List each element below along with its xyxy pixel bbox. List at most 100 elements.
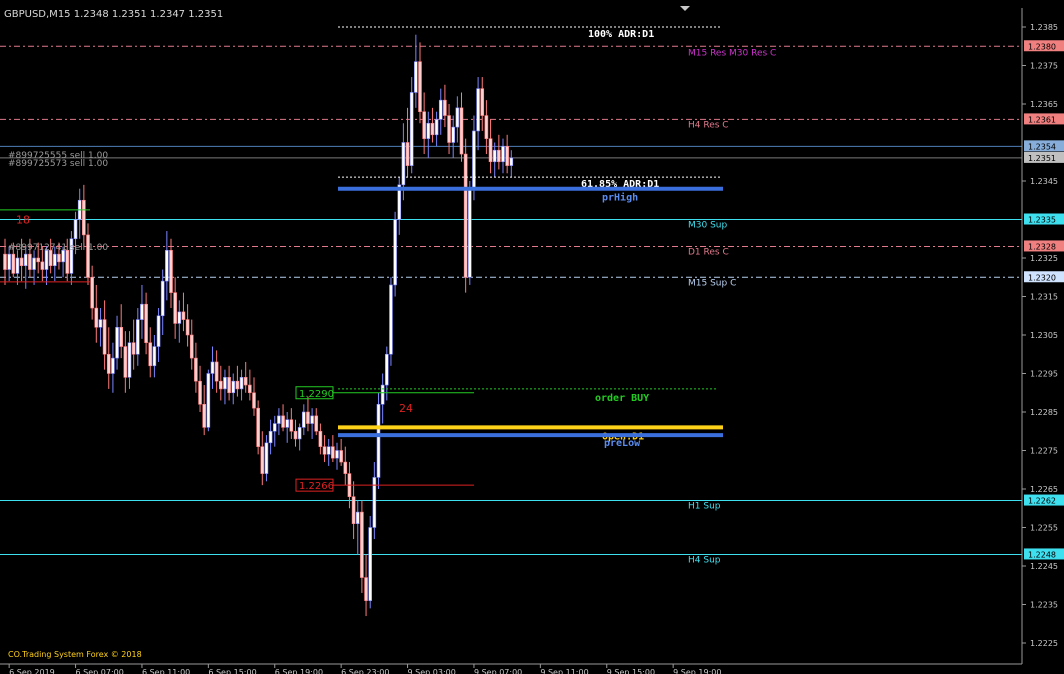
candle-body (268, 430, 273, 444)
y-tick-label: 1.2315 (1030, 293, 1058, 302)
price-tag-label: 1.2262 (1028, 497, 1056, 506)
candle-body (314, 415, 319, 432)
candle-body (65, 250, 70, 274)
candle-body (438, 99, 443, 120)
candle-body (206, 373, 211, 428)
candle-body (380, 384, 385, 405)
candle-body (219, 380, 223, 390)
candle-body (40, 261, 45, 270)
candle-body (339, 450, 343, 463)
level-label: M15 Res M30 Res C (688, 48, 776, 58)
candle-body (90, 276, 94, 309)
candle-body (198, 380, 202, 405)
candle-body (472, 130, 476, 189)
candle-body (156, 315, 161, 347)
candle-body (384, 353, 389, 386)
candle-body (285, 419, 290, 428)
candle-body (301, 411, 306, 428)
candle-body (111, 357, 115, 374)
candle-body (214, 361, 219, 382)
candle-body (426, 122, 431, 139)
candle-body (11, 253, 16, 274)
candle-body (177, 311, 182, 324)
x-tick-label: 6 Sep 19:00 (275, 668, 323, 674)
candle-body (106, 353, 111, 374)
counter-label: 18 (16, 214, 30, 227)
candle-body (306, 411, 310, 424)
order-label[interactable]: #899712741 sell 1.00 (8, 243, 108, 253)
y-tick-label: 1.2305 (1030, 331, 1058, 340)
candle-body (7, 253, 11, 270)
y-tick-label: 1.2295 (1030, 370, 1058, 379)
candle-body (102, 319, 107, 355)
candle-body (36, 257, 41, 263)
candle-body (355, 511, 360, 524)
candle-body (476, 88, 480, 132)
candle-body (480, 88, 485, 116)
level-label: H1 Sup (688, 502, 721, 512)
candle-body (418, 61, 422, 113)
candle-body (343, 461, 348, 474)
candle-body (467, 188, 472, 278)
candle-body (115, 326, 119, 359)
price-chart[interactable]: M15 Res M30 Res C H4 Res C M30 Sup D1 Res C… (0, 0, 1064, 674)
y-tick-label: 1.2225 (1030, 639, 1058, 648)
y-tick-label: 1.2245 (1030, 562, 1058, 571)
candle-body (318, 430, 323, 447)
candle-body (455, 107, 460, 128)
candle-body (401, 142, 406, 186)
y-tick-label: 1.2375 (1030, 62, 1058, 71)
candle-body (434, 119, 439, 136)
candle-body (331, 446, 335, 459)
candle-body (140, 303, 144, 320)
candle-body (459, 107, 464, 155)
candle-body (256, 407, 260, 447)
candle-body (484, 115, 489, 139)
candle-body (231, 380, 236, 394)
y-tick-label: 1.2275 (1030, 447, 1058, 456)
price-tag-label: 1.2354 (1028, 142, 1056, 151)
candle-body (169, 250, 173, 293)
price-box-label: 1.2290 (299, 389, 334, 400)
x-tick-label: 6 Sep 23:00 (341, 668, 389, 674)
x-tick-label: 6 Sep 15:00 (208, 668, 256, 674)
adr-label: 100% ADR:D1 (588, 29, 654, 40)
level-label: M15 Sup C (688, 278, 736, 288)
thick-line-label: prHigh (602, 192, 638, 204)
order-buy-label: order BUY (595, 393, 649, 404)
candle-body (15, 257, 20, 274)
thick-line-label: preLow (604, 438, 641, 449)
candle-body (82, 199, 86, 236)
candle-body (148, 342, 153, 367)
candle-body (165, 250, 169, 282)
order-label[interactable]: #899725573 sell 1.00 (8, 159, 108, 169)
candle-body (3, 253, 7, 270)
candle-body (405, 142, 410, 166)
candle-body (264, 442, 269, 474)
candle-body (44, 250, 49, 270)
candle-body (119, 326, 123, 347)
candle-body (497, 149, 501, 163)
y-tick-label: 1.2265 (1030, 485, 1058, 494)
candle-body (488, 138, 493, 163)
counter-label: 24 (399, 402, 413, 415)
candle-body (272, 423, 277, 432)
copyright-text: CO.Trading System Forex © 2018 (8, 650, 142, 659)
candle-body (422, 111, 426, 139)
y-tick-label: 1.2235 (1030, 601, 1058, 610)
level-label: D1 Res C (688, 247, 729, 257)
price-tag-label: 1.2320 (1028, 273, 1056, 282)
x-tick-label: 9 Sep 07:00 (474, 668, 522, 674)
candle-body (389, 284, 393, 355)
candle-body (277, 415, 281, 424)
price-tag-label: 1.2361 (1028, 115, 1056, 124)
candle-body (260, 446, 265, 474)
candle-body (252, 392, 256, 409)
y-tick-label: 1.2385 (1030, 23, 1058, 32)
candle-body (447, 115, 451, 143)
x-tick-label: 9 Sep 03:00 (408, 668, 456, 674)
candle-body (28, 253, 32, 270)
candle-body (73, 219, 78, 240)
price-tag-label: 1.2380 (1028, 42, 1056, 51)
y-tick-label: 1.2255 (1030, 524, 1058, 533)
